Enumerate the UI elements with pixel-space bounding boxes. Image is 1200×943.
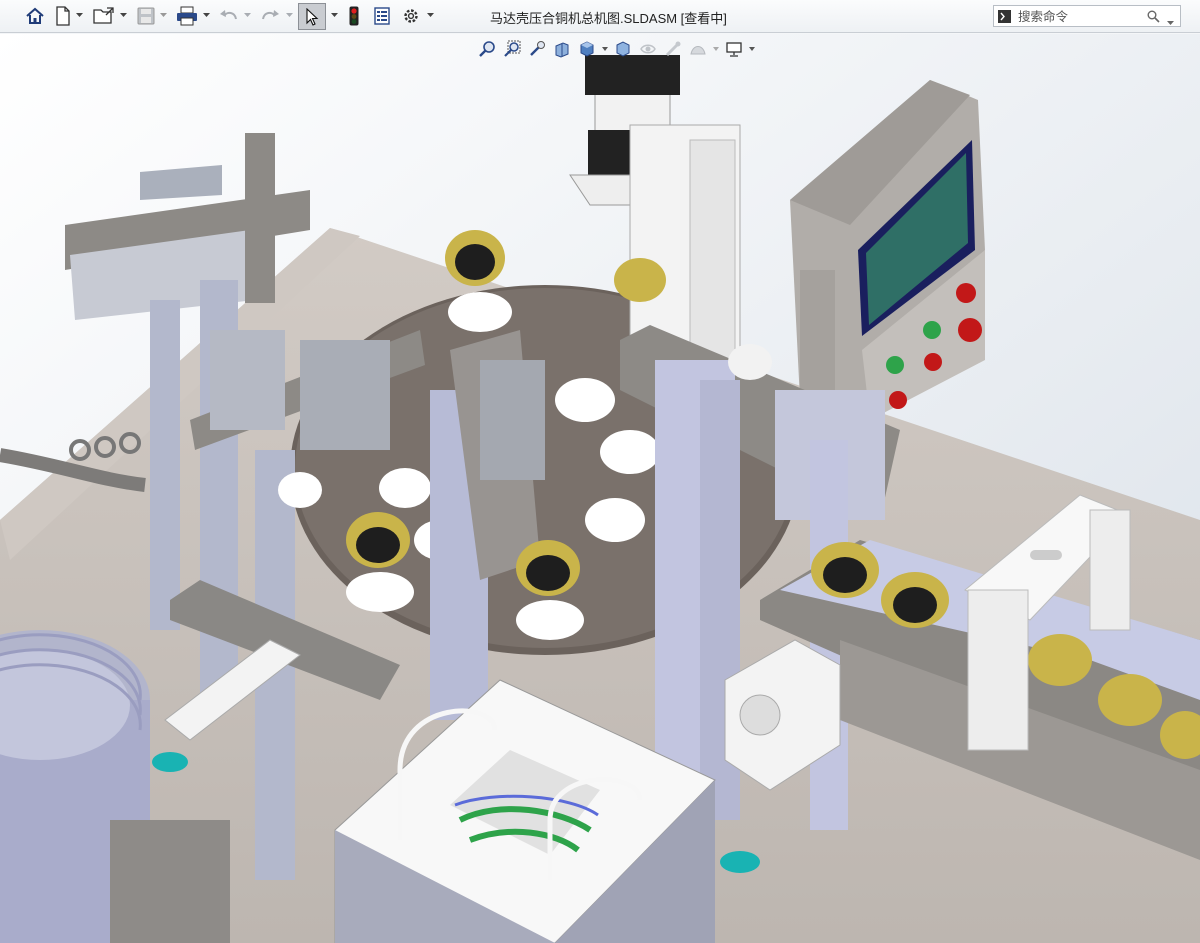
display-style-icon[interactable] <box>612 38 634 60</box>
assembly-model <box>0 34 1200 943</box>
options-dropdown-chevron-icon[interactable] <box>426 9 435 21</box>
view-settings-icon[interactable] <box>723 38 745 60</box>
view-orientation-dropdown-chevron-icon[interactable] <box>601 38 609 60</box>
search-magnifier-icon[interactable] <box>1147 10 1160 28</box>
select-pointer-icon[interactable] <box>298 3 326 30</box>
print-dropdown-chevron-icon[interactable] <box>202 9 211 21</box>
save-icon[interactable] <box>135 4 157 28</box>
document-title: 马达壳压合铜机总机图.SLDASM [查看中] <box>490 11 727 26</box>
zoom-to-fit-icon[interactable] <box>476 38 498 60</box>
print-icon[interactable] <box>175 4 199 28</box>
file-properties-icon[interactable] <box>372 4 392 28</box>
search-command-input[interactable] <box>1016 8 1148 26</box>
hide-show-icon[interactable] <box>637 38 659 60</box>
options-gear-icon[interactable] <box>400 4 422 28</box>
view-settings-dropdown-chevron-icon[interactable] <box>748 38 756 60</box>
rebuild-traffic-light-icon[interactable] <box>346 4 362 28</box>
heads-up-view-toolbar <box>476 38 756 60</box>
apply-scene-icon[interactable] <box>687 38 709 60</box>
redo-icon[interactable] <box>259 4 281 28</box>
command-prompt-icon <box>998 10 1011 23</box>
edit-appearance-icon[interactable] <box>662 38 684 60</box>
select-dropdown-chevron-icon[interactable] <box>330 9 339 21</box>
new-document-icon[interactable] <box>52 4 74 28</box>
apply-scene-dropdown-chevron-icon[interactable] <box>712 38 720 60</box>
search-dropdown-chevron-icon[interactable] <box>1167 13 1174 31</box>
section-view-icon[interactable] <box>551 38 573 60</box>
main-toolbar: 马达壳压合铜机总机图.SLDASM [查看中] <box>0 0 1200 33</box>
open-dropdown-chevron-icon[interactable] <box>119 9 128 21</box>
zoom-to-area-icon[interactable] <box>501 38 523 60</box>
undo-icon[interactable] <box>218 4 240 28</box>
open-folder-icon[interactable] <box>92 4 116 28</box>
search-command-box[interactable] <box>993 5 1181 27</box>
view-orientation-icon[interactable] <box>576 38 598 60</box>
previous-view-icon[interactable] <box>526 38 548 60</box>
home-icon[interactable] <box>24 4 46 28</box>
graphics-area[interactable] <box>0 34 1200 943</box>
redo-dropdown-chevron-icon[interactable] <box>285 9 294 21</box>
undo-dropdown-chevron-icon[interactable] <box>243 9 252 21</box>
save-dropdown-chevron-icon[interactable] <box>159 9 168 21</box>
new-dropdown-chevron-icon[interactable] <box>75 9 84 21</box>
